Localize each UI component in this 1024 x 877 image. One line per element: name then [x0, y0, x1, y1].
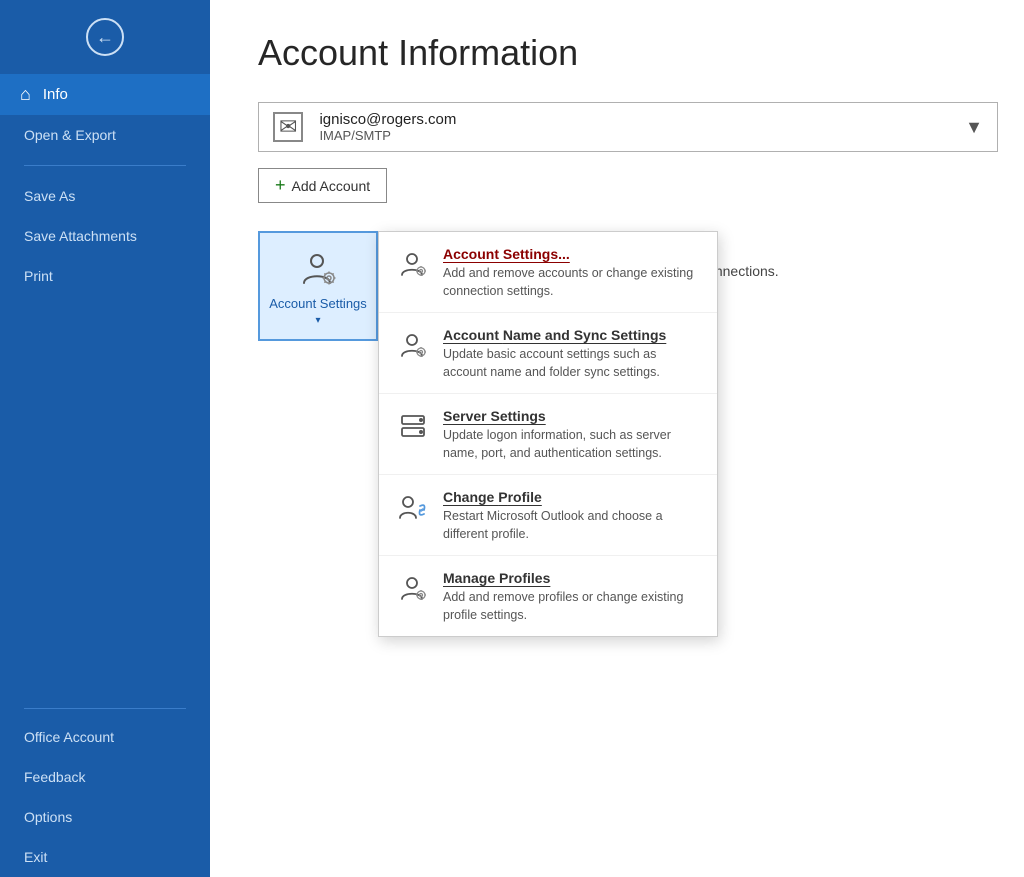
dmi-manage-profiles-content: Manage Profiles Add and remove profiles …	[443, 570, 699, 624]
chevron-down-icon: ▼	[965, 117, 983, 138]
dmi-manage-profiles-icon	[397, 572, 429, 604]
dmi-manage-profiles-desc: Add and remove profiles or change existi…	[443, 589, 699, 624]
acc-settings-btn-label: Account Settings ▾	[268, 296, 368, 327]
main-content: Account Information ✉ ignisco@rogers.com…	[210, 0, 1024, 877]
dmi-change-profile-title: Change Profile	[443, 489, 699, 505]
account-selector[interactable]: ✉ ignisco@rogers.com IMAP/SMTP ▼	[258, 102, 998, 152]
home-icon: ⌂	[20, 84, 31, 105]
dmi-account-name-sync-icon	[397, 329, 429, 361]
sidebar-item-options[interactable]: Options	[0, 797, 210, 837]
email-icon: ✉	[273, 112, 303, 142]
add-account-button[interactable]: + Add Account	[258, 168, 387, 203]
sidebar-item-info[interactable]: ⌂ Info	[0, 74, 210, 115]
dmi-manage-profiles[interactable]: Manage Profiles Add and remove profiles …	[379, 556, 717, 636]
account-info: ignisco@rogers.com IMAP/SMTP	[319, 111, 955, 143]
account-settings-dropdown: Account Settings... Add and remove accou…	[378, 231, 718, 637]
dmi-account-settings[interactable]: Account Settings... Add and remove accou…	[379, 232, 717, 313]
sidebar-item-save-attachments[interactable]: Save Attachments	[0, 216, 210, 256]
plus-icon: +	[275, 175, 286, 196]
account-settings-button[interactable]: Account Settings ▾	[258, 231, 378, 341]
sidebar-item-print[interactable]: Print	[0, 256, 210, 296]
dmi-manage-profiles-title: Manage Profiles	[443, 570, 699, 586]
dropdown-arrow: ▾	[315, 315, 320, 326]
dmi-server-settings-title: Server Settings	[443, 408, 699, 424]
dmi-account-settings-content: Account Settings... Add and remove accou…	[443, 246, 699, 300]
account-settings-card: Account Settings ▾ Account Settings Chan…	[258, 231, 976, 341]
sidebar-item-open-export[interactable]: Open & Export	[0, 115, 210, 155]
dmi-account-name-sync-desc: Update basic account settings such as ac…	[443, 346, 699, 381]
sidebar-bottom: Office Account Feedback Options Exit	[0, 700, 210, 877]
sidebar: ← ⌂ Info Open & Export Save As Save Atta…	[0, 0, 210, 877]
dmi-server-settings-icon	[397, 410, 429, 442]
dmi-change-profile[interactable]: Change Profile Restart Microsoft Outlook…	[379, 475, 717, 556]
sidebar-back-area: ←	[0, 0, 210, 74]
dmi-change-profile-icon	[397, 491, 429, 523]
page-title: Account Information	[258, 32, 976, 74]
dmi-account-name-sync-content: Account Name and Sync Settings Update ba…	[443, 327, 699, 381]
sidebar-divider-1	[24, 165, 186, 166]
dmi-account-settings-title: Account Settings...	[443, 246, 699, 262]
dmi-account-settings-icon	[397, 248, 429, 280]
account-email: ignisco@rogers.com	[319, 111, 955, 128]
dmi-server-settings[interactable]: Server Settings Update logon information…	[379, 394, 717, 475]
sidebar-divider-2	[24, 708, 186, 709]
dmi-change-profile-content: Change Profile Restart Microsoft Outlook…	[443, 489, 699, 543]
dmi-server-settings-content: Server Settings Update logon information…	[443, 408, 699, 462]
dmi-account-name-sync-title: Account Name and Sync Settings	[443, 327, 699, 343]
sidebar-item-exit[interactable]: Exit	[0, 837, 210, 877]
dmi-server-settings-desc: Update logon information, such as server…	[443, 427, 699, 462]
dmi-account-name-sync[interactable]: Account Name and Sync Settings Update ba…	[379, 313, 717, 394]
sidebar-item-save-as[interactable]: Save As	[0, 176, 210, 216]
account-protocol: IMAP/SMTP	[319, 128, 955, 143]
sidebar-info-label: Info	[43, 86, 68, 103]
back-button[interactable]: ←	[86, 18, 124, 56]
sidebar-item-feedback[interactable]: Feedback	[0, 757, 210, 797]
dmi-account-settings-desc: Add and remove accounts or change existi…	[443, 265, 699, 300]
account-settings-icon-wrapper	[297, 248, 339, 290]
sidebar-item-office-account[interactable]: Office Account	[0, 717, 210, 757]
account-settings-svg-icon	[297, 248, 339, 290]
dmi-change-profile-desc: Restart Microsoft Outlook and choose a d…	[443, 508, 699, 543]
add-account-label: Add Account	[292, 178, 371, 194]
